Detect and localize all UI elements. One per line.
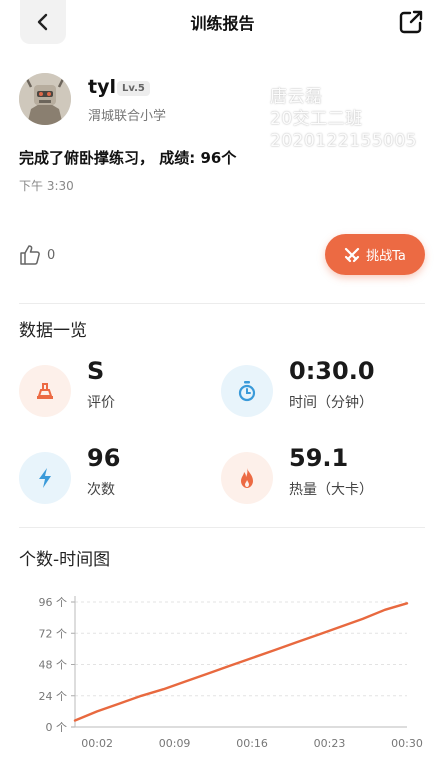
stat-count-value: 96 xyxy=(87,444,121,472)
divider xyxy=(19,527,425,528)
challenge-label: 挑战Ta xyxy=(366,249,406,264)
record-time: 下午 3:30 xyxy=(19,179,74,193)
count-time-chart: 0 个 24 个 48 个 72 个 96 个 00:02 00:09 00:16 00:23 0… xyxy=(39,596,423,750)
watermark: 唐云磊 20交工二班 2020122155005 xyxy=(270,86,417,152)
thumbs-up-icon xyxy=(20,245,40,265)
level-badge: Lv.5 xyxy=(117,81,150,96)
stat-rating-value: S xyxy=(87,357,105,385)
lightning-icon-circle xyxy=(19,452,71,504)
watermark-id: 2020122155005 xyxy=(270,131,418,151)
stat-duration-value: 0:30.0 xyxy=(289,357,375,385)
watermark-class: 20交工二班 xyxy=(270,109,363,129)
y-tick-label: 0 个 xyxy=(46,721,68,734)
podium-icon xyxy=(37,383,53,399)
series-line xyxy=(73,602,409,722)
flame-icon xyxy=(241,468,253,488)
school-name: 渭城联合小学 xyxy=(88,109,167,124)
stat-calories-value: 59.1 xyxy=(289,444,349,472)
overview-title: 数据一览 xyxy=(19,321,87,341)
external-share-icon xyxy=(399,10,423,34)
y-tick-label: 96 个 xyxy=(39,596,68,609)
top-bar: 训练报告 xyxy=(0,0,445,44)
x-tick-label: 00:16 xyxy=(236,737,268,750)
robot-avatar-image xyxy=(19,73,71,125)
stopwatch-icon xyxy=(238,381,256,402)
page-title: 训练报告 xyxy=(190,14,255,33)
avatar[interactable] xyxy=(19,73,71,125)
x-tick-label: 00:02 xyxy=(81,737,113,750)
x-tick-label: 00:30 xyxy=(391,737,423,750)
y-tick-label: 24 个 xyxy=(39,690,68,703)
y-tick-label: 48 个 xyxy=(39,659,68,672)
y-tick-label: 72 个 xyxy=(39,627,68,640)
stat-calories-label: 热量（大卡） xyxy=(289,482,373,498)
username: tyl xyxy=(88,76,116,98)
lightning-icon xyxy=(39,468,51,488)
stopwatch-icon-circle xyxy=(221,365,273,417)
x-tick-label: 00:23 xyxy=(314,737,346,750)
result-text: 完成了俯卧撑练习， 成绩: 96个 xyxy=(19,149,237,167)
stat-count-label: 次数 xyxy=(87,482,115,498)
challenge-button[interactable]: 挑战Ta xyxy=(325,234,425,275)
podium-icon-circle xyxy=(19,365,71,417)
flame-icon-circle xyxy=(221,452,273,504)
crossed-swords-icon xyxy=(345,247,360,262)
divider xyxy=(19,303,425,304)
watermark-name: 唐云磊 xyxy=(270,87,323,107)
stat-rating-label: 评价 xyxy=(87,395,115,411)
x-tick-label: 00:09 xyxy=(159,737,191,750)
stat-duration-label: 时间（分钟） xyxy=(289,395,373,411)
chart-title: 个数-时间图 xyxy=(19,550,111,570)
share-button[interactable] xyxy=(397,8,425,36)
like-count: 0 xyxy=(47,247,56,263)
like-button[interactable]: 0 xyxy=(19,244,55,266)
